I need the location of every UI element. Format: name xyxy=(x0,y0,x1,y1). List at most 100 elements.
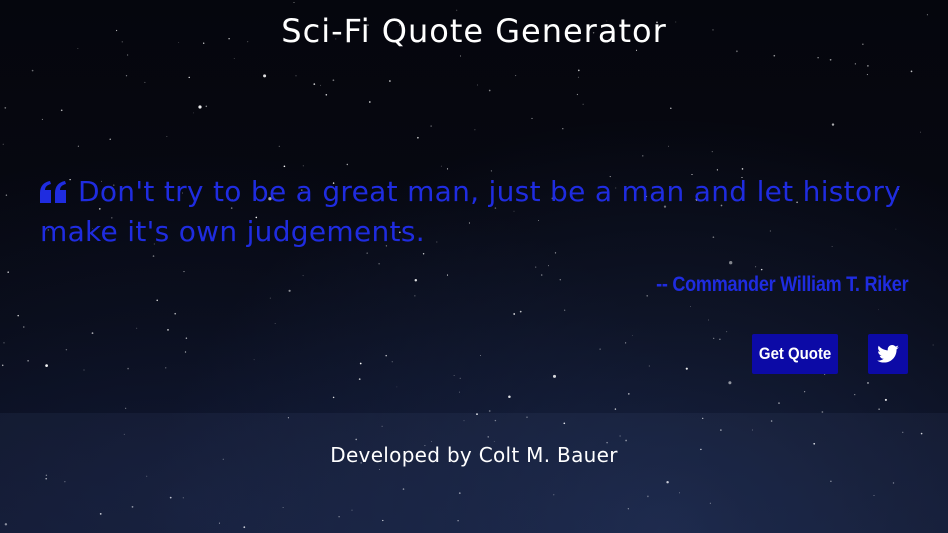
quote-container: Don't try to be a great man, just be a m… xyxy=(40,172,910,252)
star xyxy=(422,253,425,255)
star xyxy=(17,314,19,317)
star xyxy=(302,275,304,277)
tweet-button[interactable] xyxy=(868,334,908,374)
star xyxy=(378,263,380,265)
star xyxy=(389,80,391,82)
star xyxy=(716,169,719,171)
star xyxy=(332,79,335,82)
star xyxy=(690,306,691,307)
star xyxy=(417,136,419,139)
star xyxy=(817,57,819,59)
star xyxy=(152,255,155,257)
star xyxy=(127,367,129,370)
star xyxy=(174,312,177,315)
star xyxy=(711,151,713,153)
star xyxy=(359,362,362,365)
star xyxy=(77,145,79,147)
star xyxy=(45,364,48,367)
star xyxy=(932,344,934,346)
page-title: Sci-Fi Quote Generator xyxy=(281,12,667,50)
star xyxy=(198,105,202,109)
star xyxy=(829,58,832,61)
star xyxy=(548,265,549,267)
star xyxy=(346,163,349,166)
star xyxy=(599,348,601,350)
star xyxy=(453,375,455,376)
star xyxy=(741,168,744,170)
star xyxy=(1,364,4,367)
quote-paragraph: Don't try to be a great man, just be a m… xyxy=(40,172,910,252)
star xyxy=(554,252,557,254)
star xyxy=(183,271,185,273)
quote-text: Don't try to be a great man, just be a m… xyxy=(40,175,902,248)
star xyxy=(31,69,34,72)
star xyxy=(188,76,190,79)
star xyxy=(920,131,921,133)
star xyxy=(320,84,321,86)
star xyxy=(479,355,481,356)
star xyxy=(614,408,617,410)
star xyxy=(646,295,648,297)
star xyxy=(368,101,371,103)
footer: Developed by Colt M. Bauer xyxy=(0,413,948,533)
star xyxy=(165,367,167,369)
star xyxy=(513,313,516,315)
star xyxy=(5,194,8,196)
star xyxy=(302,165,304,167)
star xyxy=(205,105,208,108)
star xyxy=(83,369,85,371)
star xyxy=(562,128,564,130)
star xyxy=(440,165,442,167)
star xyxy=(552,374,557,378)
star xyxy=(274,322,276,324)
star xyxy=(91,332,94,334)
star xyxy=(233,58,235,60)
star xyxy=(27,359,29,362)
star xyxy=(283,165,286,168)
star xyxy=(459,55,461,57)
star xyxy=(631,334,633,336)
quote-author: -- Commander William T. Riker xyxy=(655,273,909,296)
star xyxy=(535,266,537,268)
get-quote-button[interactable]: Get Quote xyxy=(752,334,838,374)
star xyxy=(582,103,584,105)
star xyxy=(559,279,561,281)
star xyxy=(576,93,578,96)
star xyxy=(728,381,732,385)
star xyxy=(625,342,627,344)
star xyxy=(295,75,297,77)
star xyxy=(519,310,522,313)
star xyxy=(60,109,63,112)
star xyxy=(508,395,511,399)
star xyxy=(358,378,361,380)
star xyxy=(488,89,491,92)
star xyxy=(396,386,398,388)
star xyxy=(125,75,128,77)
star xyxy=(2,143,4,145)
star xyxy=(459,377,461,379)
star xyxy=(685,367,688,370)
star xyxy=(109,138,111,140)
star xyxy=(3,342,5,344)
star xyxy=(184,351,187,353)
star xyxy=(778,402,780,404)
star xyxy=(878,309,879,311)
star xyxy=(414,279,418,282)
star xyxy=(719,338,721,340)
star xyxy=(488,410,491,412)
star xyxy=(627,393,630,395)
get-quote-label: Get Quote xyxy=(758,344,832,363)
star xyxy=(156,299,158,302)
star xyxy=(564,309,566,311)
star xyxy=(804,391,806,393)
star xyxy=(458,391,460,393)
star xyxy=(726,331,728,333)
star xyxy=(167,329,169,331)
star xyxy=(332,396,335,399)
star xyxy=(7,271,9,273)
star xyxy=(385,354,387,357)
star xyxy=(884,398,887,401)
star xyxy=(23,326,25,328)
star xyxy=(831,123,835,126)
star xyxy=(65,348,68,351)
